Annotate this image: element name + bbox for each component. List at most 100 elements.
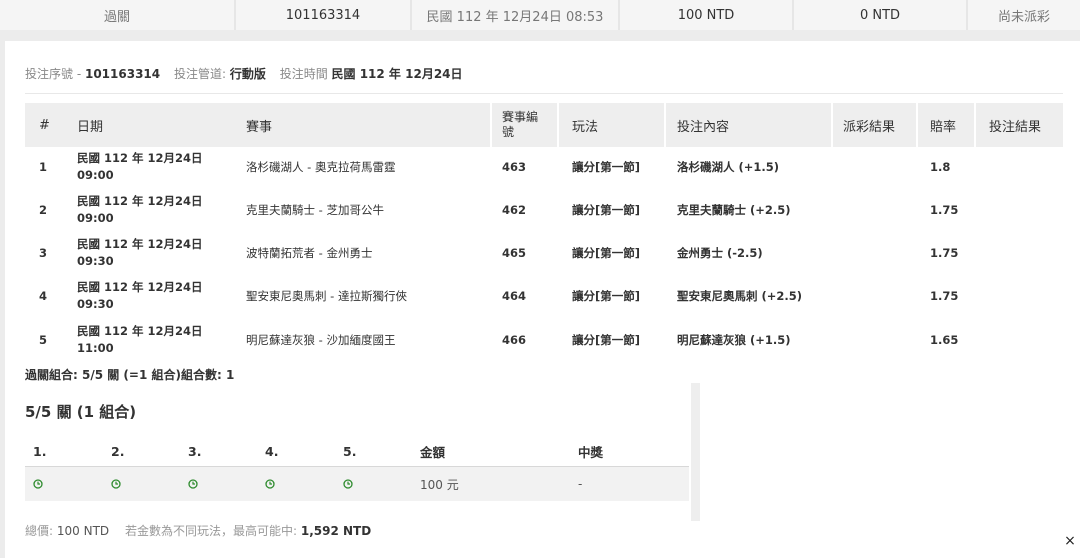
row-pick: 洛杉磯湖人 (+1.5) [677, 159, 780, 174]
row-date-day: 民國 112 年 12月24日 [77, 279, 203, 294]
combo-win: - [578, 477, 583, 491]
row-code: 465 [502, 245, 527, 260]
row-date: 民國 112 年 12月24日 11:00 [77, 318, 203, 361]
row-no: 4 [39, 288, 48, 303]
combo-col-win: 中獎 [578, 444, 604, 460]
row-date: 民國 112 年 12月24日 09:30 [77, 231, 203, 274]
row-no: 2 [39, 202, 48, 217]
time-value: 民國 112 年 12月24日 [331, 67, 463, 81]
table-row: 4 民國 112 年 12月24日 09:30 聖安東尼奧馬刺 - 達拉斯獨行俠… [25, 274, 1063, 317]
row-code: 463 [502, 159, 527, 174]
col-play: 玩法 [572, 119, 599, 135]
row-play: 讓分[第一節] [572, 288, 641, 303]
time-label: 投注時間 [279, 67, 328, 81]
combo-col-5: 5. [343, 443, 357, 459]
table-row: 2 民國 112 年 12月24日 09:00 克里夫蘭騎士 - 芝加哥公牛 4… [25, 188, 1063, 231]
col-result: 投注結果 [989, 119, 1042, 135]
bet-time: 民國 112 年 12月24日 08:53 [412, 0, 620, 30]
table-row: 5 民國 112 年 12月24日 11:00 明尼蘇達灰狼 - 沙加緬度國王 … [25, 318, 1063, 361]
bet-status: 尚未派彩 [968, 0, 1080, 30]
combo-col-4: 4. [265, 443, 279, 459]
max-win-value: 1,592 NTD [300, 524, 372, 538]
bet-stake: 100 NTD [620, 0, 794, 30]
row-date-time: 09:00 [77, 167, 114, 182]
col-date: 日期 [77, 119, 104, 135]
row-date-time: 11:00 [77, 340, 114, 355]
row-date-time: 09:30 [77, 253, 114, 268]
row-code: 464 [502, 288, 527, 303]
table-row: 3 民國 112 年 12月24日 09:30 波特蘭拓荒者 - 金州勇士 46… [25, 231, 1063, 274]
row-date-day: 民國 112 年 12月24日 [77, 193, 203, 208]
row-event: 克里夫蘭騎士 - 芝加哥公牛 [246, 202, 384, 217]
row-code: 466 [502, 332, 527, 347]
clock-icon [33, 467, 43, 501]
channel-value: 行動版 [229, 67, 266, 81]
row-play: 讓分[第一節] [572, 332, 641, 347]
row-date-day: 民國 112 年 12月24日 [77, 323, 203, 338]
max-win-note: 若金數為不同玩法，最高可能中: [124, 524, 298, 538]
col-payout: 派彩結果 [843, 119, 896, 135]
row-pick: 金州勇士 (-2.5) [677, 245, 763, 260]
row-date: 民國 112 年 12月24日 09:00 [77, 145, 203, 188]
close-button[interactable]: × [1063, 532, 1077, 550]
clock-icon [188, 467, 198, 501]
row-date-day: 民國 112 年 12月24日 [77, 150, 203, 165]
col-odds: 賠率 [930, 119, 957, 135]
row-pick: 聖安東尼奧馬刺 (+2.5) [677, 288, 803, 303]
combo-col-2: 2. [111, 443, 125, 459]
col-no: # [39, 117, 50, 133]
row-event: 明尼蘇達灰狼 - 沙加緬度國王 [246, 332, 396, 347]
scrollbar-track[interactable] [691, 383, 700, 521]
bet-type: 過關 [0, 0, 236, 30]
row-date: 民國 112 年 12月24日 09:30 [77, 274, 203, 317]
row-date-time: 09:30 [77, 296, 114, 311]
row-play: 讓分[第一節] [572, 245, 641, 260]
table-row: 1 民國 112 年 12月24日 09:00 洛杉磯湖人 - 奧克拉荷馬雷霆 … [25, 145, 1063, 188]
row-odds: 1.75 [930, 245, 959, 260]
row-play: 讓分[第一節] [572, 202, 641, 217]
row-odds: 1.65 [930, 332, 959, 347]
clock-icon [265, 467, 275, 501]
row-event: 聖安東尼奧馬刺 - 達拉斯獨行俠 [246, 288, 407, 303]
channel-label: 投注管道: [173, 67, 227, 81]
col-pick: 投注內容 [677, 119, 730, 135]
row-date: 民國 112 年 12月24日 09:00 [77, 188, 203, 231]
total-label: 總價: [25, 524, 54, 538]
row-code: 462 [502, 202, 527, 217]
combo-col-1: 1. [33, 443, 47, 459]
bet-serial: 101163314 [236, 0, 412, 30]
serial-label: 投注序號 - [25, 67, 82, 81]
row-event: 波特蘭拓荒者 - 金州勇士 [246, 245, 373, 260]
col-event-code: 賽事編號 [502, 110, 539, 139]
combo-table-header: 1. 2. 3. 4. 5. 金額 中獎 [25, 436, 689, 466]
combo-title: 5/5 關 (1 組合) [25, 403, 137, 421]
col-event: 賽事 [246, 119, 273, 135]
row-pick: 明尼蘇達灰狼 (+1.5) [677, 332, 791, 347]
divider [25, 93, 1063, 94]
row-pick: 克里夫蘭騎士 (+2.5) [677, 202, 791, 217]
bet-info-line: 投注序號 - 101163314 投注管道: 行動版 投注時間 民國 112 年… [25, 65, 463, 82]
bet-summary-row[interactable]: 過關 101163314 民國 112 年 12月24日 08:53 100 N… [0, 0, 1080, 30]
row-odds: 1.75 [930, 288, 959, 303]
combo-col-amount: 金額 [420, 444, 446, 460]
bet-footer: 總價: 100 NTD 若金數為不同玩法，最高可能中: 1,592 NTD [25, 522, 371, 539]
bet-table-header: # 日期 賽事 賽事編號 玩法 投注內容 派彩結果 賠率 投注結果 [25, 103, 1063, 147]
row-date-time: 09:00 [77, 210, 114, 225]
total-value: 100 NTD [56, 524, 110, 538]
bet-detail-panel: 投注序號 - 101163314 投注管道: 行動版 投注時間 民國 112 年… [5, 41, 1080, 558]
row-date-day: 民國 112 年 12月24日 [77, 236, 203, 251]
row-no: 5 [39, 332, 48, 347]
serial-value: 101163314 [84, 67, 161, 81]
combo-row: 100 元 - [25, 467, 689, 501]
bet-payout: 0 NTD [794, 0, 968, 30]
row-event: 洛杉磯湖人 - 奧克拉荷馬雷霆 [246, 159, 396, 174]
row-no: 1 [39, 159, 48, 174]
row-odds: 1.8 [930, 159, 951, 174]
clock-icon [111, 467, 121, 501]
row-odds: 1.75 [930, 202, 959, 217]
row-no: 3 [39, 245, 48, 260]
row-play: 讓分[第一節] [572, 159, 641, 174]
combination-summary: 過關組合: 5/5 關 (=1 組合)組合數: 1 [25, 368, 235, 382]
clock-icon [343, 467, 353, 501]
combo-col-3: 3. [188, 443, 202, 459]
